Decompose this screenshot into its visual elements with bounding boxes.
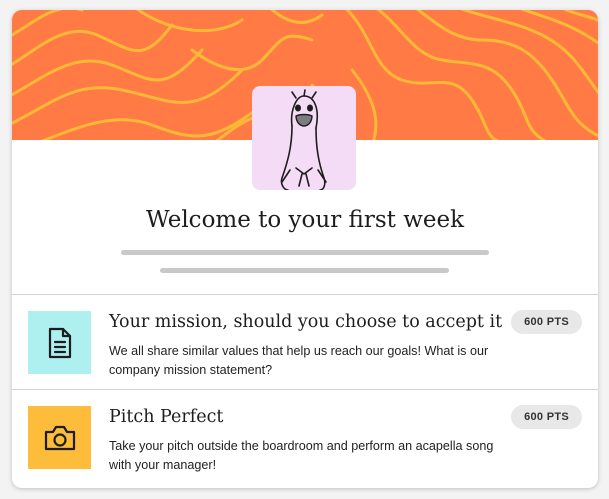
task-description: We all share similar values that help us… bbox=[109, 344, 489, 377]
task-description: Take your pitch outside the boardroom an… bbox=[109, 439, 494, 472]
welcome-card: Welcome to your first week Your mission,… bbox=[12, 10, 598, 488]
task-title: Pitch Perfect bbox=[109, 407, 224, 427]
task-title: Your mission, should you choose to accep… bbox=[109, 312, 503, 332]
camera-icon bbox=[28, 406, 91, 469]
placeholder-line bbox=[121, 250, 489, 255]
points-badge: 600 PTS bbox=[511, 310, 582, 334]
page-title: Welcome to your first week bbox=[145, 207, 465, 233]
task-pitch-perfect[interactable]: Pitch Perfect Take your pitch outside th… bbox=[12, 390, 598, 484]
goose-avatar bbox=[252, 86, 356, 190]
document-icon bbox=[28, 311, 91, 374]
points-badge: 600 PTS bbox=[511, 405, 582, 429]
placeholder-line bbox=[160, 268, 449, 273]
task-mission[interactable]: Your mission, should you choose to accep… bbox=[12, 295, 598, 389]
